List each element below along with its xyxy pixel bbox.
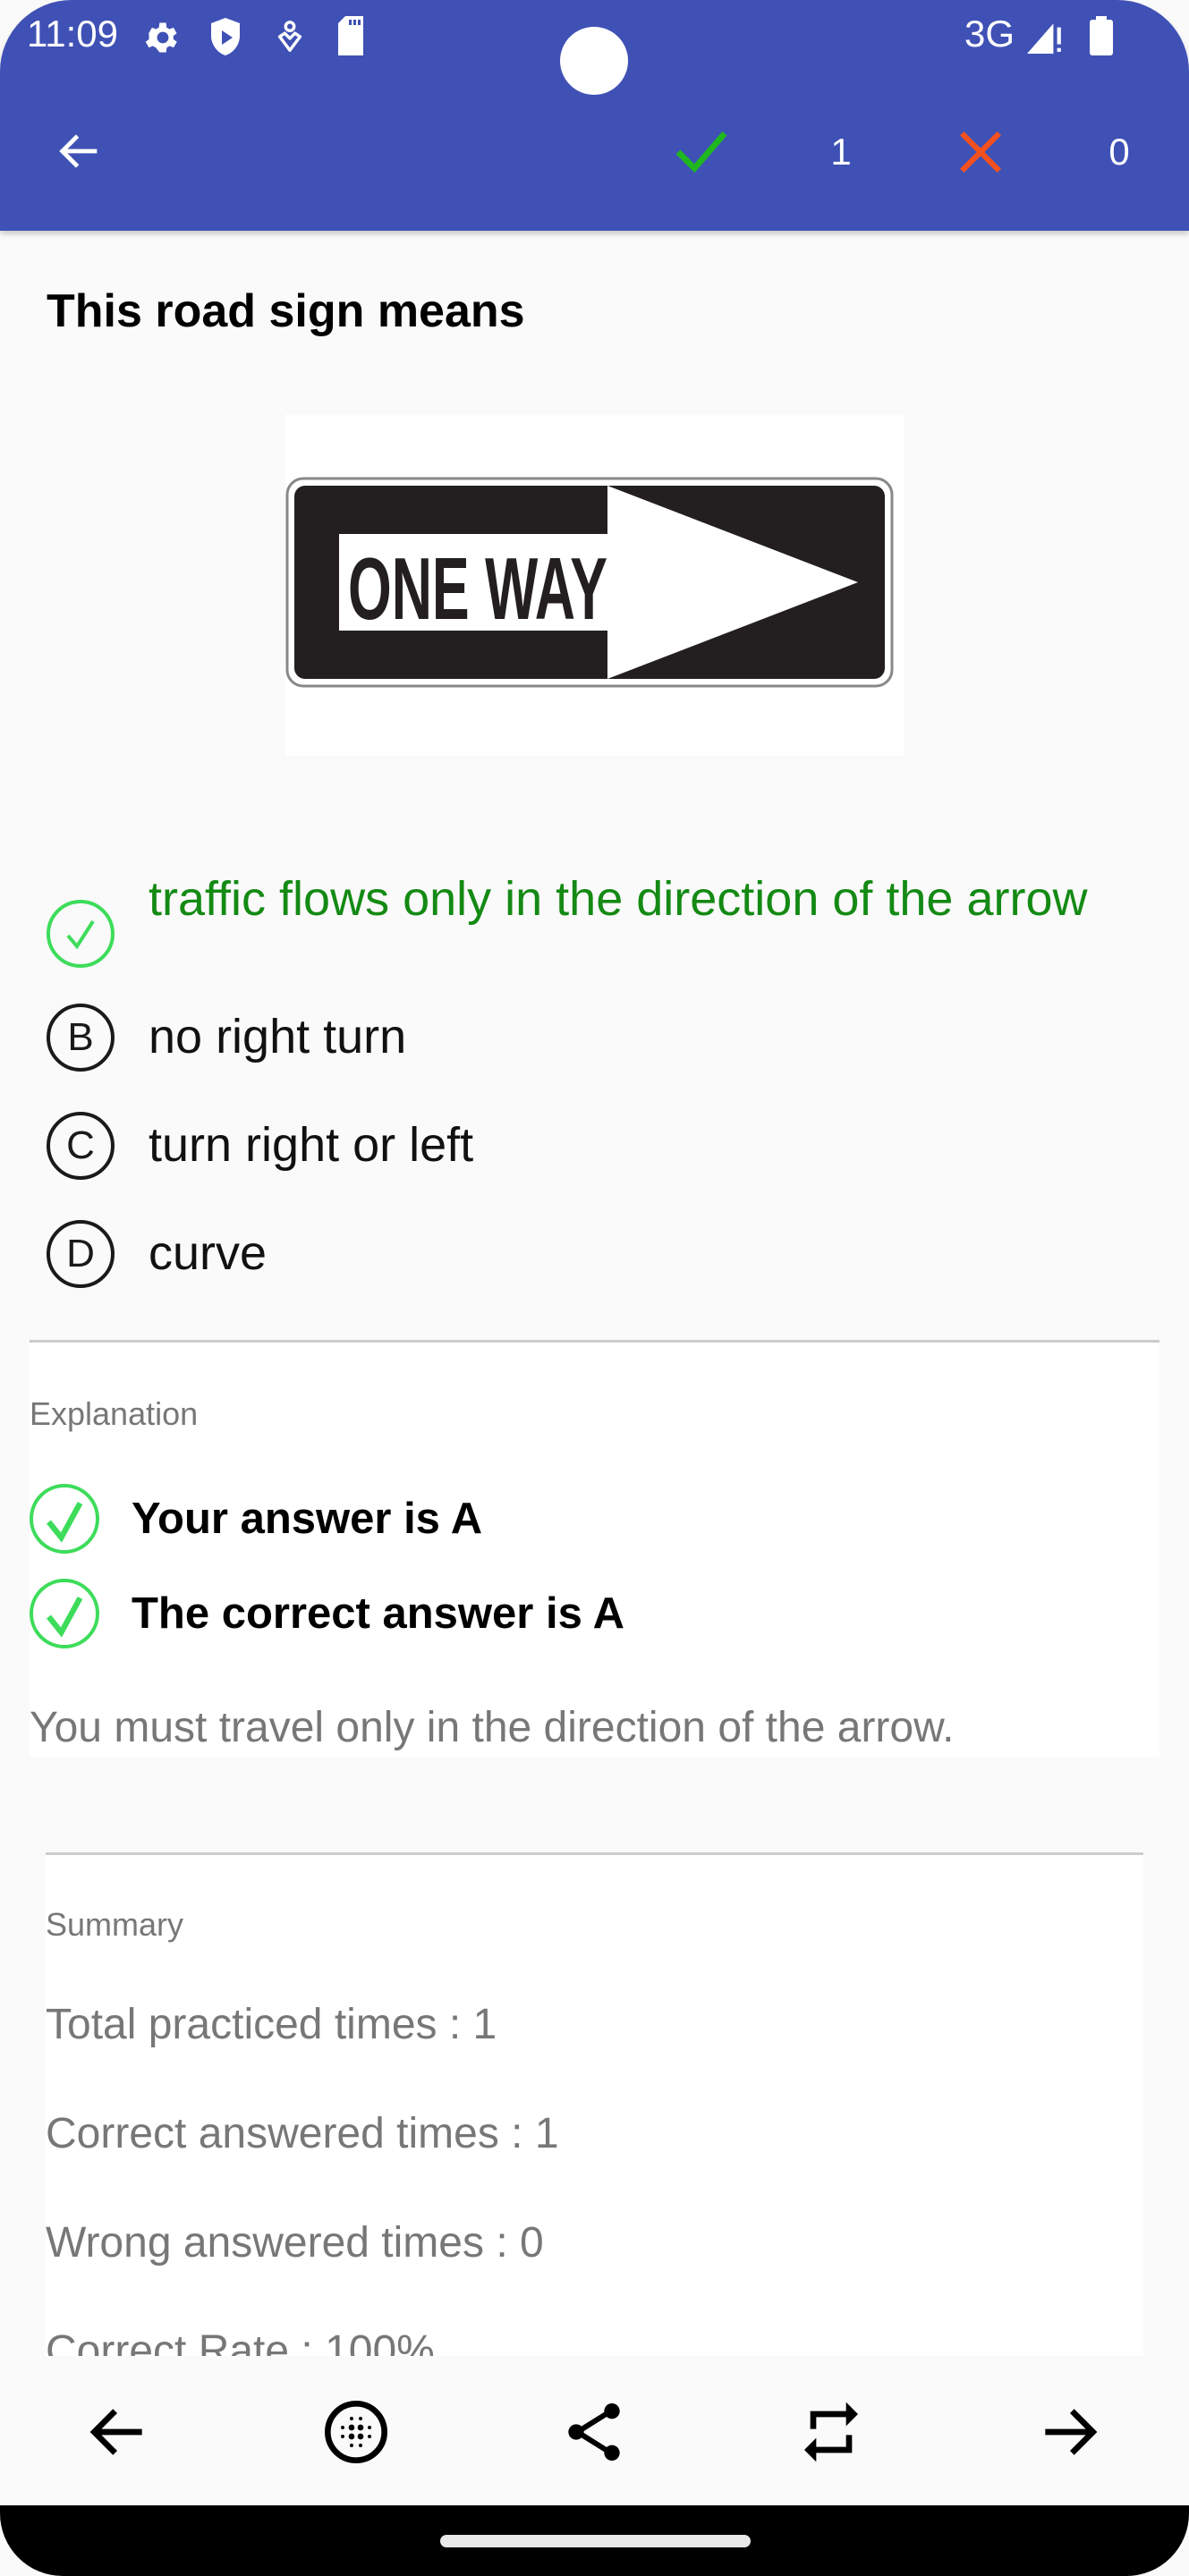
- option-b-letter: B: [47, 1004, 115, 1072]
- signal-no-data-icon: [1027, 23, 1061, 54]
- explanation-card: [30, 1340, 1159, 1757]
- summary-divider: [46, 1852, 1143, 1855]
- option-c-text: turn right or left: [149, 1118, 474, 1172]
- your-answer-check-icon: [30, 1484, 99, 1554]
- wrong-count: 0: [1108, 131, 1130, 173]
- home-gesture-handle[interactable]: [440, 2535, 751, 2547]
- wrong-x-icon: [959, 131, 1002, 174]
- back-arrow-icon[interactable]: [52, 125, 107, 177]
- correct-check-icon: [675, 131, 727, 174]
- option-d-text: curve: [149, 1226, 268, 1280]
- correct-count: 1: [830, 131, 852, 173]
- camera-cutout: [560, 27, 628, 95]
- next-arrow-icon[interactable]: [1033, 2396, 1105, 2468]
- repeat-icon[interactable]: [795, 2396, 867, 2468]
- previous-arrow-icon[interactable]: [82, 2396, 154, 2468]
- bottom-navigation: [0, 2356, 1189, 2505]
- explanation-label: Explanation: [30, 1395, 199, 1432]
- sign-text: ONE WAY: [348, 539, 607, 638]
- option-b-text: no right turn: [149, 1010, 407, 1063]
- option-d[interactable]: D curve: [0, 1218, 1189, 1290]
- summary-wrong-answered: Wrong answered times : 0: [46, 2219, 544, 2267]
- option-c[interactable]: C turn right or left: [0, 1110, 1189, 1182]
- settings-gear-icon: [145, 22, 177, 53]
- option-d-letter: D: [47, 1220, 115, 1288]
- explanation-divider: [30, 1340, 1159, 1343]
- sd-card-icon: [338, 16, 363, 55]
- road-sign-image: ONE WAY: [285, 414, 904, 756]
- app-bar: 11:09 3G 1 0: [0, 0, 1189, 231]
- question-title: This road sign means: [47, 285, 525, 337]
- correct-answer-check-icon: [30, 1579, 99, 1648]
- summary-total-practiced: Total practiced times : 1: [46, 2001, 497, 2048]
- status-time: 11:09: [27, 13, 118, 55]
- option-a-text: traffic flows only in the direction of t…: [149, 872, 1088, 926]
- explanation-text: You must travel only in the direction of…: [30, 1704, 955, 1751]
- summary-card: Summary Total practiced times : 1 Correc…: [46, 1852, 1143, 2356]
- option-c-letter: C: [47, 1112, 115, 1180]
- network-type: 3G: [964, 13, 1015, 55]
- correct-answer-text: The correct answer is A: [132, 1589, 625, 1638]
- summary-correct-answered: Correct answered times : 1: [46, 2110, 559, 2157]
- share-icon[interactable]: [558, 2396, 630, 2468]
- accessibility-icon: [277, 21, 302, 52]
- correct-check-circle-icon: [47, 900, 115, 968]
- summary-label: Summary: [46, 1906, 184, 1943]
- dots-grid-circle-icon[interactable]: [320, 2396, 392, 2468]
- option-b[interactable]: B no right turn: [0, 1002, 1189, 1073]
- your-answer-text: Your answer is A: [132, 1495, 483, 1543]
- summary-correct-rate: Correct Rate : 100%: [46, 2327, 435, 2356]
- battery-icon: [1090, 16, 1113, 55]
- play-protect-shield-icon: [211, 18, 240, 55]
- option-a[interactable]: traffic flows only in the direction of t…: [0, 859, 1189, 968]
